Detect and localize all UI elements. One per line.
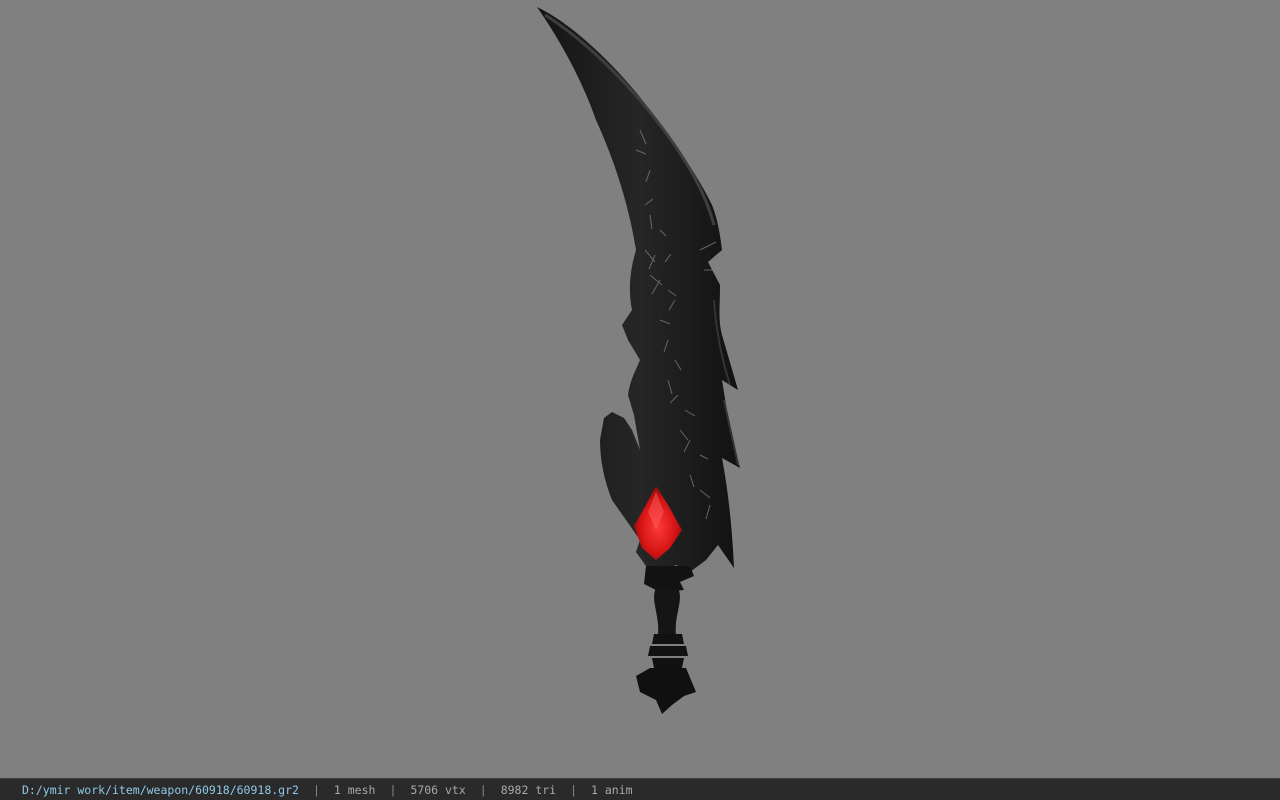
sword-grip — [654, 588, 680, 635]
vertex-count: 5706 vtx — [410, 782, 466, 797]
status-separator: | — [312, 782, 320, 797]
status-bar: D:/ymir work/item/weapon/60918/60918.gr2… — [0, 778, 1280, 800]
grip-rings — [648, 634, 688, 668]
sword-blade — [537, 7, 740, 572]
file-path: D:/ymir work/item/weapon/60918/60918.gr2 — [22, 782, 299, 797]
triangle-count: 8982 tri — [500, 782, 557, 797]
animation-count: 1 anim — [591, 782, 633, 797]
3d-viewport[interactable] — [0, 0, 1280, 778]
status-separator: | — [479, 782, 487, 797]
sword-pommel — [636, 668, 696, 714]
mesh-count: 1 mesh — [333, 782, 376, 797]
curved-sword-icon — [537, 7, 740, 714]
status-separator: | — [570, 782, 578, 797]
status-separator: | — [389, 782, 397, 797]
